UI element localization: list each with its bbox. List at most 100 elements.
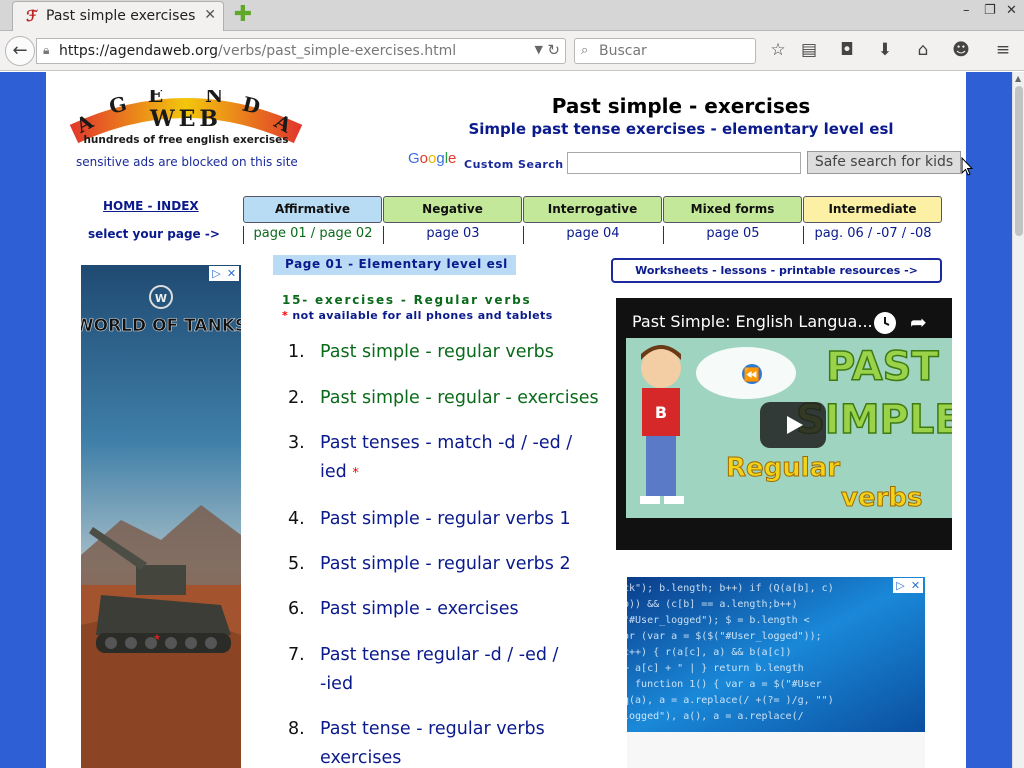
adchoices-icon[interactable]: ▷ [209, 266, 224, 281]
thumb-word-regular: Regular [726, 453, 840, 483]
custom-search-label: Custom Search [464, 158, 564, 171]
page-link-04[interactable]: page 04 [523, 226, 662, 244]
page-links-row: page 01 / page 02 page 03 page 04 page 0… [243, 226, 943, 246]
logo-web-word: WEB [149, 106, 222, 132]
tab-mixed-forms[interactable]: Mixed forms [663, 196, 802, 223]
custom-search-input[interactable] [567, 152, 801, 174]
asterisk-icon: * [282, 309, 289, 322]
tab-intermediate[interactable]: Intermediate [803, 196, 942, 223]
new-tab-icon[interactable]: ✚ [232, 4, 254, 26]
home-icon[interactable]: ⌂ [912, 40, 934, 60]
thumb-word-past: PAST [826, 344, 939, 390]
exercise-link[interactable]: Past simple - regular verbs 1 [320, 505, 610, 534]
watch-later-icon[interactable] [874, 312, 896, 334]
list-number: 4. [288, 509, 305, 529]
select-page-label: select your page -> [88, 227, 220, 241]
logo-tagline: hundreds of free english exercises [83, 134, 288, 146]
svg-text:W: W [155, 292, 167, 305]
page-subtitle: Simple past tense exercises - elementary… [468, 120, 894, 138]
list-number: 1. [288, 342, 305, 362]
list-number: 5. [288, 554, 305, 574]
download-icon[interactable]: ⬇ [874, 40, 896, 60]
list-number: 8. [288, 719, 305, 739]
ad-close-icon[interactable]: ✕ [224, 266, 239, 281]
page-link-05[interactable]: page 05 [663, 226, 802, 244]
thumb-word-verbs: verbs [841, 483, 923, 513]
reading-list-icon[interactable]: ▤ [798, 40, 820, 60]
video-title[interactable]: Past Simple: English Langua... [632, 312, 873, 331]
code-ad-image: ck"); b.length; b++) if (Q(a[b], c) b)) … [627, 577, 925, 768]
tank-ad-brand: WORLD OF TANKS [81, 316, 241, 336]
home-index-link[interactable]: HOME - INDEX [103, 199, 199, 213]
availability-note-text: not available for all phones and tablets [292, 309, 553, 322]
search-placeholder: Buscar [599, 43, 647, 59]
tab-title: Past simple exercises [46, 8, 196, 24]
exercise-link[interactable]: Past tenses - match -d / -ed / ied * [320, 429, 610, 488]
pocket-icon[interactable]: ◘ [836, 40, 858, 60]
reload-icon[interactable]: ↻ [547, 41, 560, 59]
list-number: 2. [288, 388, 305, 408]
video-play-button[interactable] [760, 402, 826, 448]
list-number: 3. [288, 433, 305, 453]
minimize-icon[interactable]: – [963, 3, 970, 18]
asterisk-icon: * [352, 466, 359, 481]
page-link-03[interactable]: page 03 [383, 226, 522, 244]
svg-text:logged"), a(), a = a.replace(/: logged"), a(), a = a.replace(/ [627, 711, 804, 722]
level-tabs: Affirmative Negative Interrogative Mixed… [243, 196, 943, 223]
tank-ad-image: ★ W WORLD OF TANKS [81, 265, 241, 768]
svg-text:or (var a = $($("#User_logged": or (var a = $($("#User_logged")); [627, 631, 822, 642]
svg-text:c++) { r(a[c], a) && b(a[c]): c++) { r(a[c], a) && b(a[c]) [627, 647, 792, 658]
tab-interrogative[interactable]: Interrogative [523, 196, 662, 223]
browser-tab[interactable]: ℱ Past simple exercises ✕ [12, 1, 224, 31]
left-ad-banner[interactable]: ★ W WORLD OF TANKS ▷ ✕ [81, 265, 241, 768]
browser-search-input[interactable]: ⌕ Buscar [574, 38, 756, 64]
ads-blocked-note: sensitive ads are blocked on this site [76, 155, 298, 169]
bookmark-star-icon[interactable]: ☆ [767, 40, 789, 60]
video-thumbnail: PAST SIMPLE Regular verbs ⏪ B [626, 338, 952, 518]
vertical-scrollbar[interactable]: ▲ [1012, 72, 1024, 768]
exercise-link[interactable]: Past simple - regular verbs 2 [320, 550, 610, 579]
close-window-icon[interactable]: ✕ [1006, 3, 1017, 18]
tab-close-icon[interactable]: ✕ [204, 7, 216, 23]
browser-nav-bar: ← 🔒︎ https://agendaweb.org/verbs/past_si… [0, 31, 1024, 71]
section-badge: Page 01 - Elementary level esl [273, 255, 516, 275]
tab-negative[interactable]: Negative [383, 196, 522, 223]
browser-tab-bar: ℱ Past simple exercises ✕ ✚ – ❐ ✕ [0, 0, 1024, 31]
svg-text:ck"); b.length; b++) if (Q(a[b: ck"); b.length; b++) if (Q(a[b], c) [627, 583, 834, 594]
svg-text:⏪: ⏪ [744, 367, 760, 383]
page-viewport: A G E N D A WEB hundreds of free english… [0, 72, 1024, 768]
adchoices-icon[interactable]: ▷ [893, 578, 908, 593]
exercise-link[interactable]: Past tense regular -d / -ed / -ied [320, 641, 610, 699]
svg-text:b)) && (c[b] == a.length;b++): b)) && (c[b] == a.length;b++) [627, 599, 798, 610]
list-number: 6. [288, 599, 305, 619]
scroll-up-icon[interactable]: ▲ [1015, 74, 1021, 83]
thumb-shirt-letter: B [655, 403, 667, 422]
worksheets-button[interactable]: Worksheets - lessons - printable resourc… [611, 258, 942, 283]
back-button[interactable]: ← [5, 36, 35, 66]
page-link-01-02[interactable]: page 01 / page 02 [243, 226, 382, 244]
exercise-link[interactable]: Past simple - exercises [320, 595, 610, 624]
scrollbar-thumb[interactable] [1015, 86, 1023, 236]
exercise-link[interactable]: Past simple - regular - exercises [320, 384, 610, 413]
feedback-face-icon[interactable]: ☻ [950, 40, 972, 60]
share-icon[interactable]: ➦ [910, 310, 927, 334]
maximize-icon[interactable]: ❐ [984, 3, 996, 18]
dropdown-arrow-icon[interactable]: ▼ [535, 43, 543, 56]
search-icon: ⌕ [581, 43, 589, 58]
logo-letter-e: E [148, 90, 163, 107]
exercise-link[interactable]: Past simple - regular verbs [320, 338, 610, 367]
page-title: Past simple - exercises [551, 94, 811, 118]
safe-search-button[interactable]: Safe search for kids [807, 151, 961, 174]
site-favicon-icon: ℱ [26, 7, 38, 25]
ad-close-icon[interactable]: ✕ [908, 578, 923, 593]
exercise-link[interactable]: Past tense - regular verbs exercises [320, 715, 610, 768]
address-bar[interactable]: 🔒︎ https://agendaweb.org/verbs/past_simp… [36, 38, 566, 64]
youtube-video-embed[interactable]: Past Simple: English Langua... ➦ PAST SI… [616, 298, 952, 550]
tab-affirmative[interactable]: Affirmative [243, 196, 382, 223]
lock-icon: 🔒︎ [43, 43, 50, 57]
svg-text:; function 1() { var a = $("#U: ; function 1() { var a = $("#User [627, 679, 822, 690]
agendaweb-logo[interactable]: A G E N D A WEB hundreds of free english… [68, 83, 304, 152]
right-ad-banner[interactable]: ck"); b.length; b++) if (Q(a[b], c) b)) … [627, 577, 925, 768]
page-link-06-08[interactable]: pag. 06 / -07 / -08 [803, 226, 942, 244]
menu-hamburger-icon[interactable]: ≡ [992, 40, 1014, 60]
